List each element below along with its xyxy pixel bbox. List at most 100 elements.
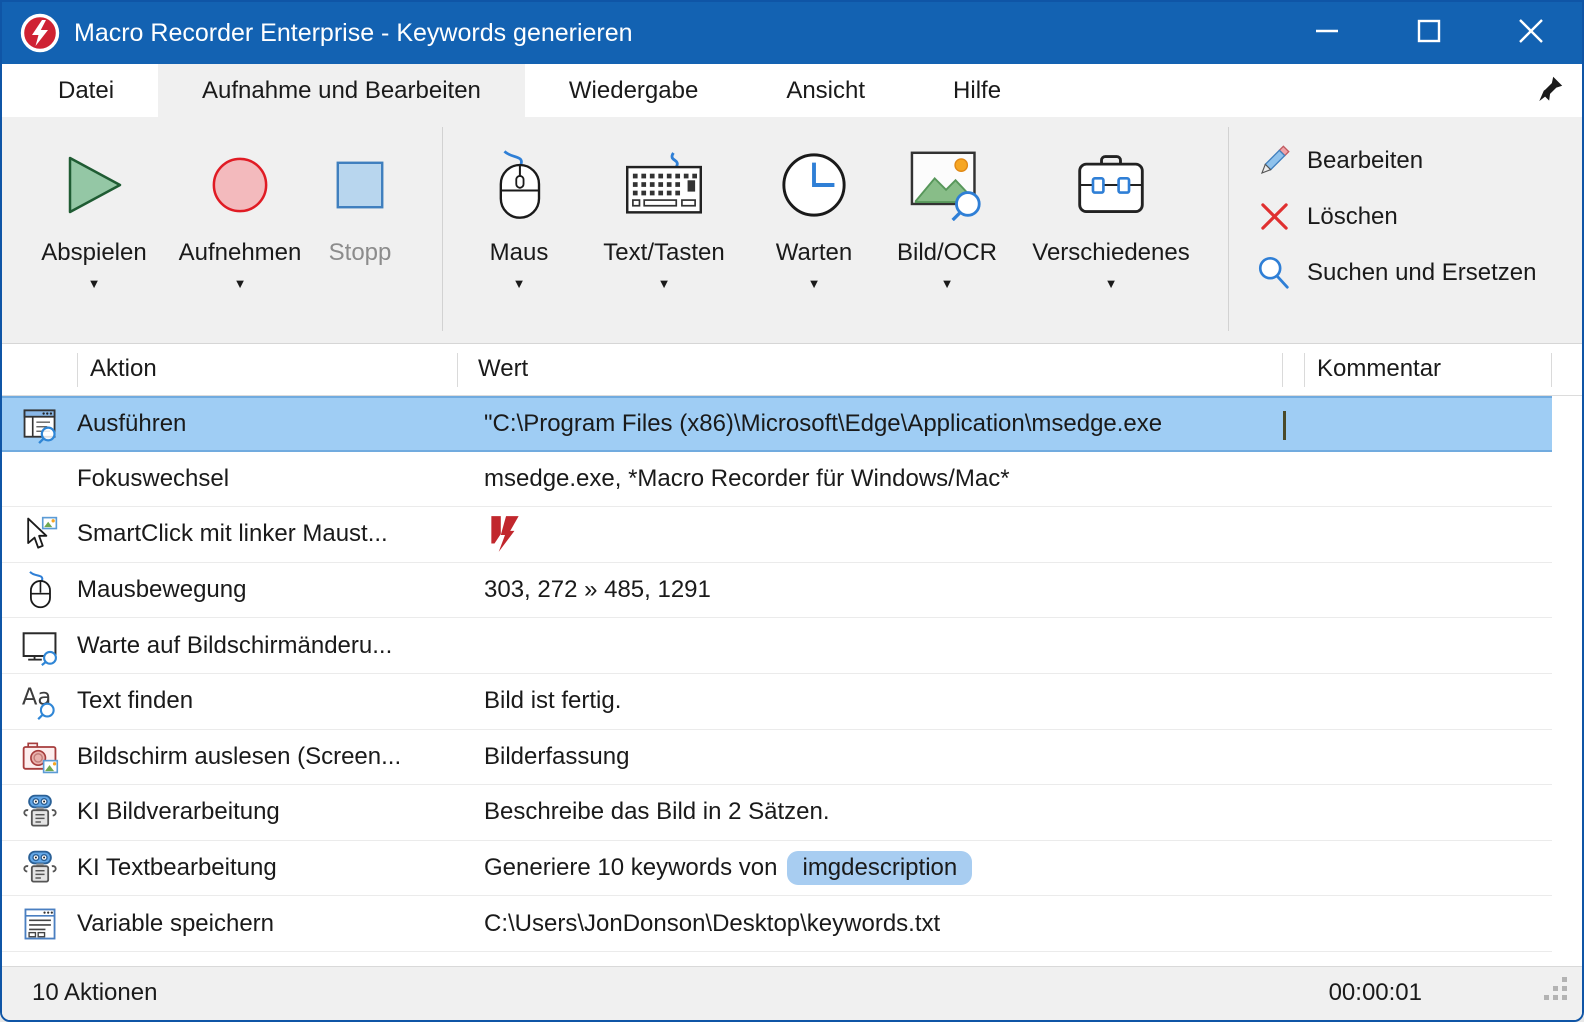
- svg-text:Aa: Aa: [21, 685, 50, 711]
- value-text: msedge.exe, *Macro Recorder für Windows/…: [484, 465, 1010, 493]
- app-logo-icon: [20, 13, 60, 53]
- table-row-bildschirm-auslesen-screen[interactable]: Bildschirm auslesen (Screen...Bilderfass…: [2, 730, 1552, 786]
- table-row-mausbewegung[interactable]: Mausbewegung 303, 272 » 485, 1291: [2, 563, 1552, 619]
- briefcase-icon: [1074, 152, 1148, 218]
- value-text: Bild ist fertig.: [484, 687, 621, 715]
- value-text: 303, 272 » 485, 1291: [484, 576, 711, 604]
- column-separator[interactable]: [1551, 353, 1552, 387]
- tab-datei[interactable]: Datei: [14, 64, 158, 117]
- edit-group: Bearbeiten Löschen Suchen und Ersetzen: [1256, 139, 1537, 294]
- column-separator[interactable]: [1304, 353, 1305, 387]
- value-text: Bilderfassung: [484, 743, 629, 771]
- record-icon: [210, 155, 270, 215]
- toolbar-button-label: Verschiedenes: [1032, 239, 1189, 267]
- action-cell: Mausbewegung: [77, 576, 470, 604]
- column-header-aktion[interactable]: Aktion: [90, 344, 157, 394]
- table-row-warte-auf-bildschirm-nderu[interactable]: Warte auf Bildschirmänderu...: [2, 618, 1552, 674]
- toolbar-button-bearbeiten[interactable]: Bearbeiten: [1256, 139, 1537, 182]
- value-text: "C:\Program Files (x86)\Microsoft\Edge\A…: [484, 410, 1162, 438]
- variable-save-icon: [20, 904, 60, 944]
- resize-grip-icon[interactable]: [1542, 975, 1570, 1008]
- table-row-smartclick-mit-linker-maust[interactable]: SmartClick mit linker Maust...: [2, 507, 1552, 563]
- toolbar-button-text-tasten[interactable]: Text/Tasten▼: [578, 117, 750, 292]
- toolbar-button-suchen-und-ersetzen[interactable]: Suchen und Ersetzen: [1256, 251, 1537, 294]
- tab-wiedergabe[interactable]: Wiedergabe: [525, 64, 742, 117]
- action-cell: Ausführen: [77, 410, 470, 438]
- value-cell: Generiere 10 keywords von imgdescription: [470, 851, 1552, 885]
- minimize-button[interactable]: [1276, 2, 1378, 64]
- action-list: Ausführen "C:\Program Files (x86)\Microso…: [2, 396, 1552, 952]
- ribbon-separator: [442, 127, 443, 331]
- toolbar-button-bild-ocr[interactable]: Bild/OCR▼: [878, 117, 1016, 292]
- table-header: Aktion Wert Kommentar: [2, 344, 1582, 396]
- screen-wait-icon: [20, 626, 60, 666]
- value-text: Beschreibe das Bild in 2 Sätzen.: [484, 798, 830, 826]
- toolbar-button-maus[interactable]: Maus ▼: [460, 117, 578, 292]
- dropdown-arrow-icon[interactable]: ▼: [234, 276, 247, 292]
- toolbar-button-aufnehmen[interactable]: Aufnehmen▼: [164, 117, 316, 292]
- actions-count: 10 Aktionen: [32, 967, 157, 1019]
- dropdown-arrow-icon[interactable]: ▼: [808, 276, 821, 292]
- dropdown-arrow-icon[interactable]: ▼: [88, 276, 101, 292]
- close-icon: [1516, 16, 1546, 51]
- search-icon: [1256, 255, 1292, 291]
- maximize-button[interactable]: [1378, 2, 1480, 64]
- value-text: C:\Users\JonDonson\Desktop\keywords.txt: [484, 910, 940, 938]
- toolbar-button-l-schen[interactable]: Löschen: [1256, 195, 1537, 238]
- table-row-ausf-hren[interactable]: Ausführen "C:\Program Files (x86)\Microso…: [2, 396, 1552, 452]
- menu-bar: DateiAufnahme und BearbeitenWiedergabeAn…: [2, 64, 1582, 117]
- ai-robot-icon: [20, 792, 60, 832]
- action-cell: Text finden: [77, 687, 470, 715]
- text-caret: [1283, 411, 1286, 440]
- play-icon: [62, 154, 126, 216]
- duration: 00:00:01: [1329, 967, 1422, 1019]
- value-cell: Bilderfassung: [470, 743, 1552, 771]
- table-row-ki-bildverarbeitung[interactable]: KI BildverarbeitungBeschreibe das Bild i…: [2, 785, 1552, 841]
- tab-hilfe[interactable]: Hilfe: [909, 64, 1045, 117]
- title-bar: Macro Recorder Enterprise - Keywords gen…: [2, 2, 1582, 64]
- clock-icon: [779, 150, 849, 220]
- toolbar-button-label: Abspielen: [41, 239, 146, 267]
- column-separator[interactable]: [1282, 353, 1283, 387]
- value-text: Generiere 10 keywords von: [484, 854, 777, 882]
- value-cell: "C:\Program Files (x86)\Microsoft\Edge\A…: [470, 410, 1552, 438]
- ribbon-pin-button[interactable]: [1537, 64, 1582, 117]
- table-row-variable-speichern[interactable]: Variable speichernC:\Users\JonDonson\Des…: [2, 896, 1552, 952]
- action-cell: Warte auf Bildschirmänderu...: [77, 632, 470, 660]
- toolbar-button-label: Maus: [490, 239, 549, 267]
- dropdown-arrow-icon[interactable]: ▼: [1105, 276, 1118, 292]
- variable-chip[interactable]: imgdescription: [787, 851, 972, 885]
- window-title: Macro Recorder Enterprise - Keywords gen…: [74, 19, 633, 48]
- dropdown-arrow-icon[interactable]: ▼: [941, 276, 954, 292]
- bolt-logo-icon: [484, 513, 526, 555]
- playback-group: Abspielen▼Aufnehmen▼Stopp: [24, 117, 404, 292]
- column-separator[interactable]: [77, 353, 78, 387]
- window-controls: [1276, 2, 1582, 64]
- toolbar-button-stopp[interactable]: Stopp: [316, 117, 404, 292]
- run-window-icon: [20, 404, 60, 444]
- table-row-ki-textbearbeitung[interactable]: KI TextbearbeitungGeneriere 10 keywords …: [2, 841, 1552, 897]
- tab-aufnahme-und-bearbeiten[interactable]: Aufnahme und Bearbeiten: [158, 64, 525, 117]
- close-button[interactable]: [1480, 2, 1582, 64]
- stop-icon: [335, 160, 385, 210]
- dropdown-arrow-icon[interactable]: ▼: [658, 276, 671, 292]
- value-cell: msedge.exe, *Macro Recorder für Windows/…: [470, 465, 1552, 493]
- image-ocr-icon: [908, 149, 986, 221]
- value-cell: Beschreibe das Bild in 2 Sätzen.: [470, 798, 1552, 826]
- smartclick-cursor-icon: [20, 514, 60, 554]
- column-header-kommentar[interactable]: Kommentar: [1317, 344, 1441, 394]
- table-row-text-finden[interactable]: Aa Text finden Bild ist fertig.: [2, 674, 1552, 730]
- action-cell: KI Textbearbeitung: [77, 854, 470, 882]
- tab-ansicht[interactable]: Ansicht: [742, 64, 909, 117]
- table-row-fokuswechsel[interactable]: Fokuswechsel msedge.exe, *Macro Recorder …: [2, 452, 1552, 508]
- toolbar-button-abspielen[interactable]: Abspielen ▼: [24, 117, 164, 292]
- mouse-small-icon: [20, 570, 60, 610]
- action-cell: Fokuswechsel: [77, 465, 470, 493]
- column-header-wert[interactable]: Wert: [478, 344, 528, 394]
- toolbar-button-warten[interactable]: Warten▼: [750, 117, 878, 292]
- minimize-icon: [1313, 17, 1341, 50]
- toolbar-button-verschiedenes[interactable]: Verschiedenes ▼: [1016, 117, 1206, 292]
- dropdown-arrow-icon[interactable]: ▼: [513, 276, 526, 292]
- column-separator[interactable]: [457, 353, 458, 387]
- screen-capture-icon: [20, 737, 60, 777]
